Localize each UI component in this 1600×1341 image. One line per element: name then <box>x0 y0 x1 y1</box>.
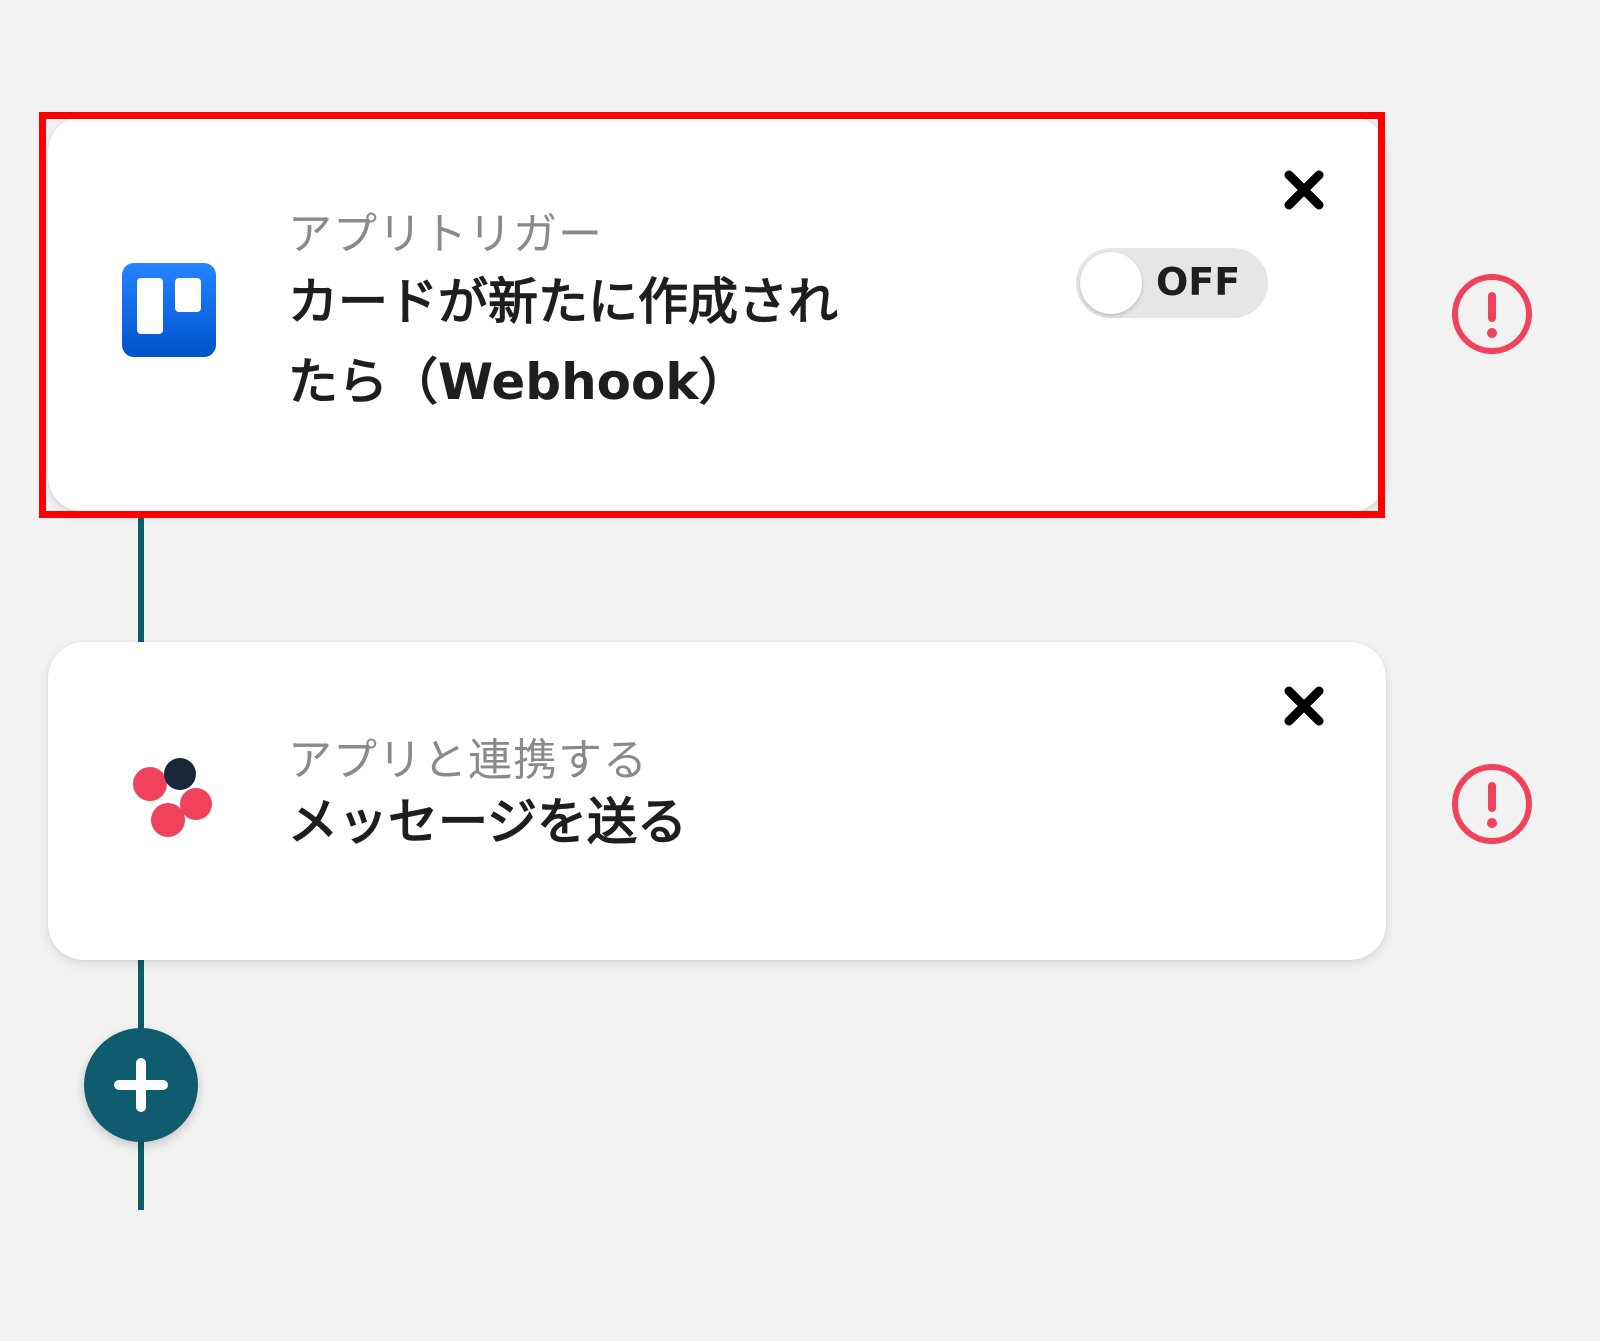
alert-circle-icon[interactable] <box>1450 762 1534 846</box>
alert-circle-icon[interactable] <box>1450 272 1534 356</box>
add-step-button[interactable] <box>84 1028 198 1142</box>
trello-icon <box>122 263 216 357</box>
step-title: メッセージを送る <box>288 793 687 851</box>
close-icon[interactable] <box>1280 166 1328 214</box>
step-type-label: アプリと連携する <box>288 735 648 786</box>
flow-connector <box>138 1140 144 1210</box>
flow-canvas: アプリトリガー カードが新たに作成されたら（Webhook） OFF アプリと連… <box>0 0 1600 1341</box>
toggle-knob <box>1080 252 1142 314</box>
toggle-state-label: OFF <box>1156 260 1241 304</box>
action-step-card[interactable]: アプリと連携する メッセージを送る <box>48 642 1386 960</box>
trigger-toggle[interactable]: OFF <box>1076 248 1268 318</box>
flow-connector <box>138 960 144 1030</box>
chatwork-icon <box>133 758 212 837</box>
close-icon[interactable] <box>1280 682 1328 730</box>
plus-icon <box>114 1058 168 1112</box>
step-title: カードが新たに作成されたら（Webhook） <box>288 273 838 411</box>
trigger-step-card[interactable]: アプリトリガー カードが新たに作成されたら（Webhook） OFF <box>48 116 1386 512</box>
flow-connector <box>138 512 144 642</box>
step-type-label: アプリトリガー <box>288 209 603 260</box>
